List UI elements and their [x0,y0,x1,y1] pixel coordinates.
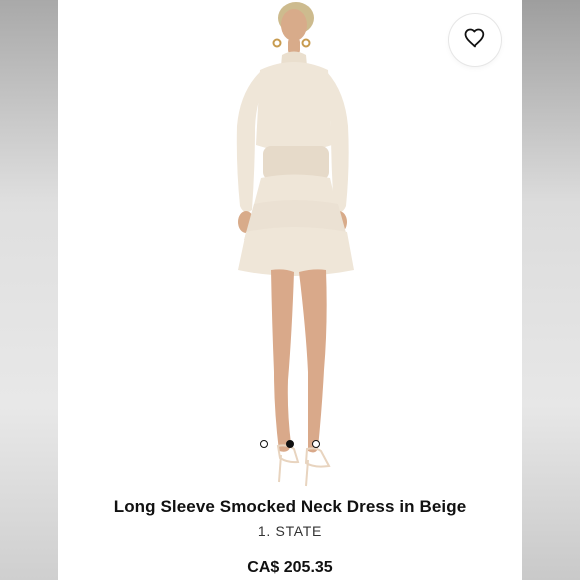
carousel-dot-1[interactable] [260,440,268,448]
face-shape [281,9,307,41]
skirt-tier-3 [238,227,354,276]
product-card: Long Sleeve Smocked Neck Dress in Beige … [58,0,522,580]
product-image[interactable] [208,0,378,490]
brand-name[interactable]: 1. STATE [58,522,522,540]
product-price: CA$ 205.35 [247,559,333,576]
earring-shape [272,38,282,48]
wishlist-button[interactable] [449,14,501,66]
product-info: Long Sleeve Smocked Neck Dress in Beige … [58,496,522,578]
left-heel-shape [278,454,282,483]
screenshot-frame: Long Sleeve Smocked Neck Dress in Beige … [0,0,580,580]
earring-shape [301,38,311,48]
right-background [522,0,580,580]
right-leg-shape [299,269,327,453]
carousel-dot-3[interactable] [312,440,320,448]
left-background [0,0,58,580]
product-title[interactable]: Long Sleeve Smocked Neck Dress in Beige [58,496,522,518]
left-leg-shape [271,269,294,452]
carousel-dot-2[interactable] [286,440,294,448]
heart-icon [463,26,487,54]
torso-shape [256,62,332,152]
carousel-indicators[interactable] [250,438,330,450]
